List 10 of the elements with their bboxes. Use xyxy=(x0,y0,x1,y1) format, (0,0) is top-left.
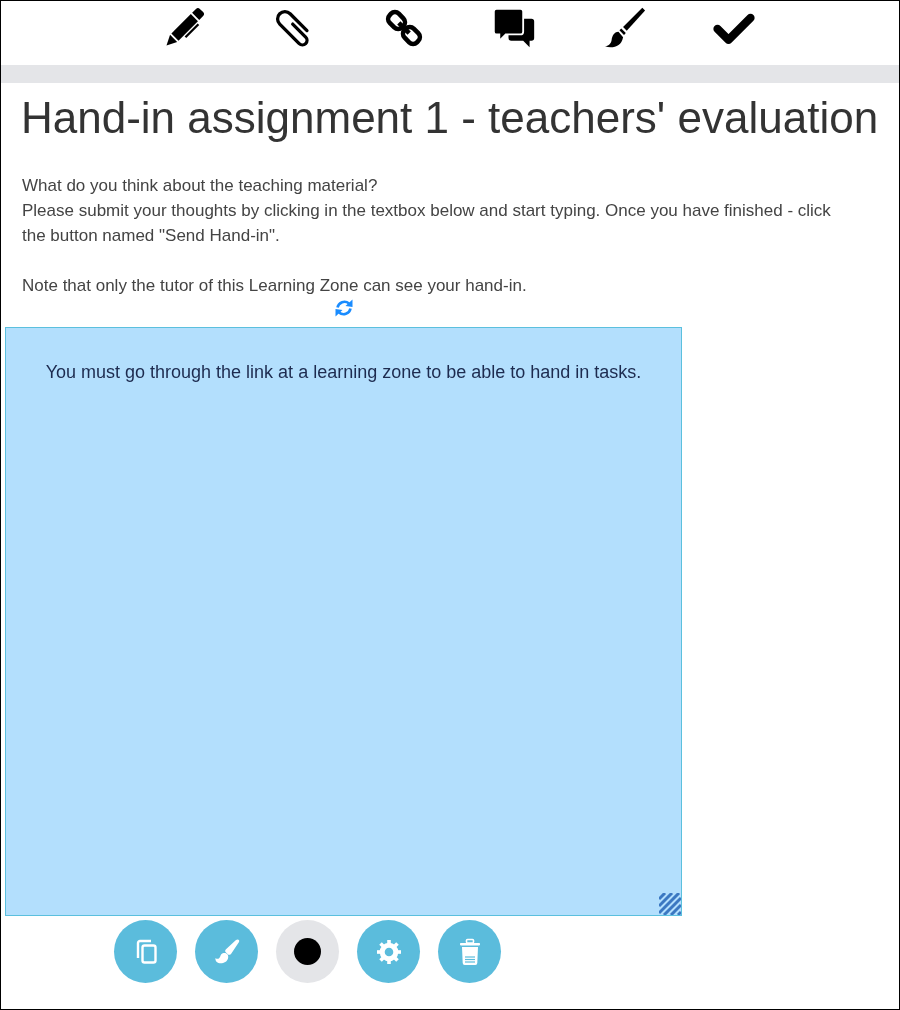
refresh-icon[interactable] xyxy=(333,297,354,319)
paintbrush-icon[interactable] xyxy=(602,6,646,50)
comments-icon[interactable] xyxy=(492,6,536,50)
resize-handle-icon[interactable] xyxy=(659,893,681,915)
assignment-title: Hand-in assignment 1 - teachers' evaluation xyxy=(21,92,879,144)
editor-field[interactable]: You must go through the link at a learning zone to be able to hand in tasks. xyxy=(5,327,682,916)
note-text: Note that only the tutor of this Learning Zone can see your hand-in. xyxy=(22,275,528,297)
question-text: What do you think about the teaching material? xyxy=(22,175,379,197)
instructions-text: Please submit your thoughts by clicking in the textbox below and start typing. Once you have finished - click the button named "Send Hand-in". xyxy=(22,200,832,247)
editor-message: You must go through the link at a learning zone to be able to hand in tasks. xyxy=(45,361,642,383)
